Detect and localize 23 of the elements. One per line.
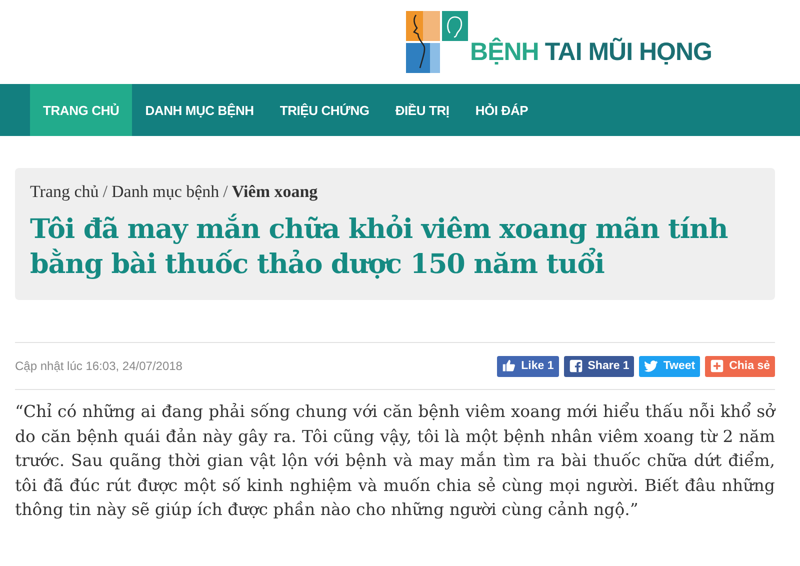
article-intro: “Chỉ có những ai đang phải sống chung với căn bệnh viêm xoang mới hiểu thấu nỗi khổ sở do căn bệnh quái đản này gây ra. Tôi cũng vậy, tôi là một bệnh nhân viêm xoang từ 2 năm trước. Sau quãng thời gian vật lộn với bệnh và may mắn tìm ra bài thuốc chữa dứt điểm, tôi đã đúc rút được một số kinh nghiệm và muốn chia sẻ cùng mọi người. Biết đâu những thông tin này sẽ giúp ích được phần nào cho những người cùng cảnh ngộ.” [15, 401, 775, 521]
nav-tab[interactable]: TRANG CHỦ [30, 84, 132, 136]
breadcrumb-separator: / [223, 182, 228, 202]
nav-tab[interactable]: HỎI ĐÁP [462, 84, 542, 136]
like-icon [502, 359, 516, 373]
nav-tab[interactable]: ĐIỀU TRỊ [382, 84, 462, 136]
breadcrumb-link[interactable]: Trang chủ [30, 182, 99, 202]
share-button[interactable]: Tweet [639, 356, 700, 376]
share-button[interactable]: Chia sẻ [705, 356, 775, 376]
breadcrumb-separator: / [102, 182, 108, 202]
share-icon [568, 359, 583, 373]
breadcrumb-link[interactable]: Viêm xoang [232, 182, 318, 202]
update-time: Cập nhật lúc 16:03, 24/07/2018 [15, 359, 182, 373]
logo-text: BỆNH TAI MŨI HỌNG [470, 38, 712, 67]
nav-tab[interactable]: TRIỆU CHỨNG [266, 84, 382, 136]
share-button[interactable]: Like 1 [497, 356, 559, 376]
logo-icon [406, 11, 468, 73]
tweet-icon [644, 359, 658, 373]
plus-icon [710, 359, 724, 373]
breadcrumb-link[interactable]: Danh mục bệnh [112, 182, 220, 202]
article-title: Tôi đã may mắn chữa khỏi viêm xoang mãn tính bằng bài thuốc thảo dược 150 năm tuổi [30, 212, 729, 282]
share-button[interactable]: Share 1 [564, 356, 634, 376]
nav-tab[interactable]: DANH MỤC BỆNH [132, 84, 267, 136]
